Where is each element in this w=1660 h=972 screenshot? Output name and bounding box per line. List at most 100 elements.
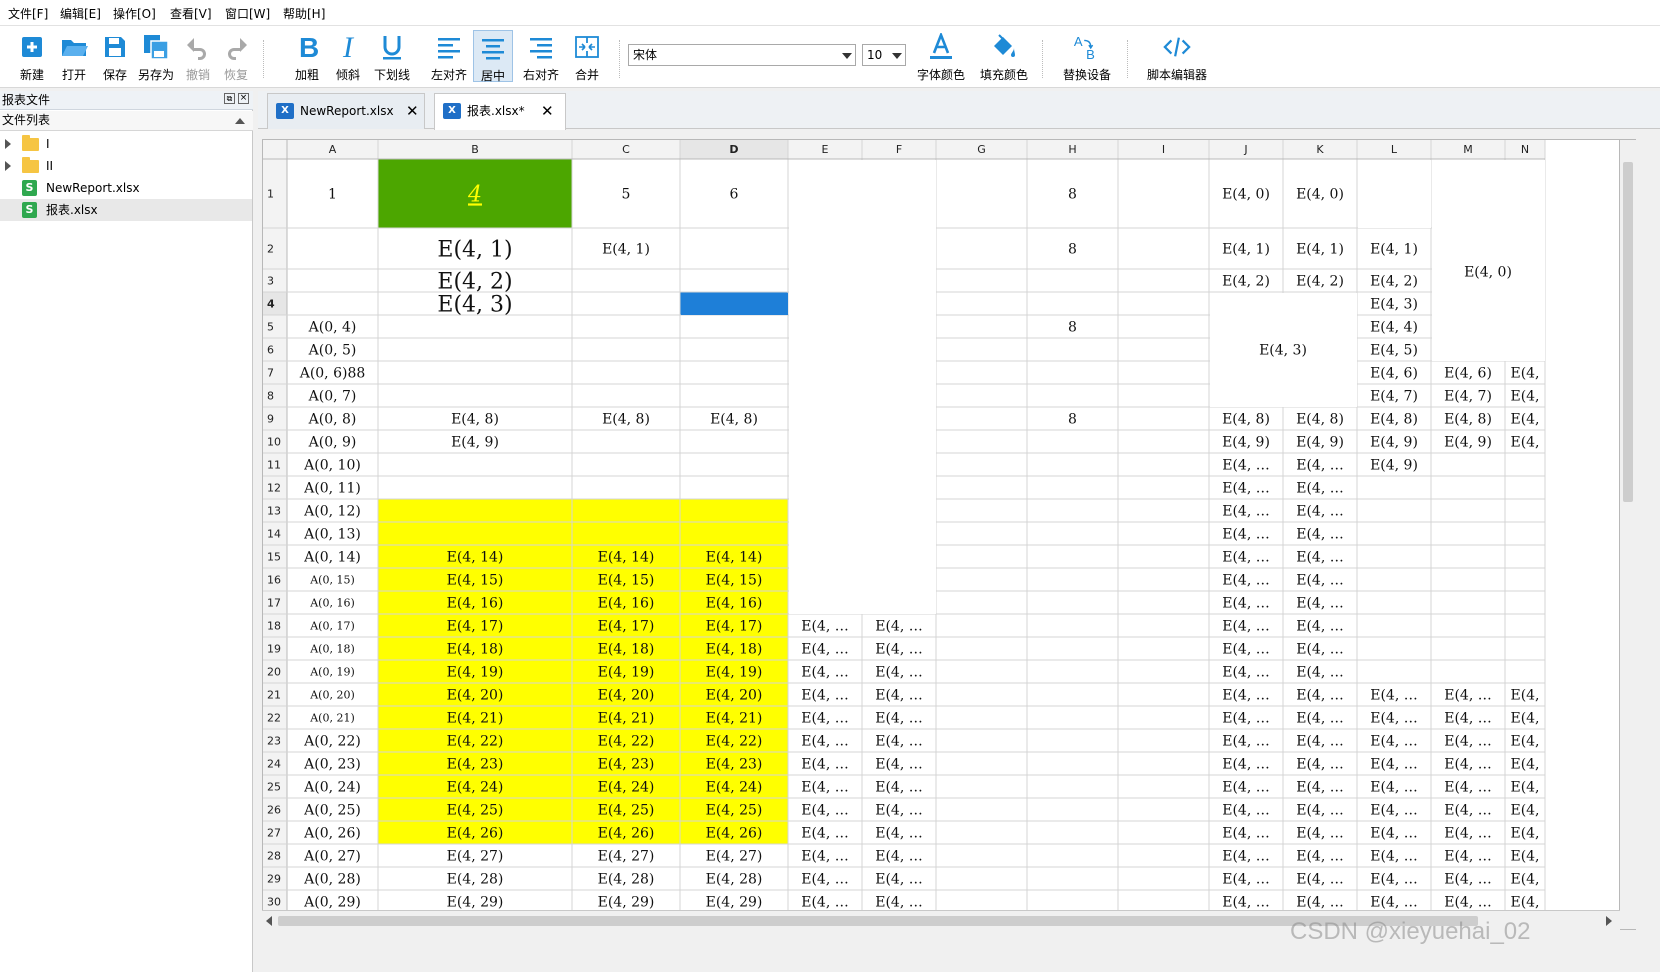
cell-J26: E(4, … [1222, 803, 1270, 819]
bold-label: 加粗 [294, 68, 319, 82]
row-header-17: 17 [267, 597, 281, 610]
cell-E24: E(4, … [801, 757, 849, 773]
tree-item-label: NewReport.xlsx [46, 181, 140, 195]
restore-icon[interactable]: ⧉ [224, 93, 235, 104]
cell-M9: E(4, 8) [1444, 412, 1492, 428]
menu-help[interactable]: 帮助[H] [283, 5, 325, 22]
tree-folder-i[interactable]: I [0, 133, 252, 155]
cell-A22: A(0, 21) [309, 711, 355, 724]
cell-A23: A(0, 22) [303, 734, 361, 750]
menu-view[interactable]: 查看[V] [170, 5, 212, 22]
cell-K11: E(4, … [1296, 458, 1344, 474]
undo-button[interactable]: 撤销 [180, 30, 216, 82]
cell-L5: E(4, 4) [1370, 320, 1418, 336]
chevron-up-icon[interactable] [235, 118, 245, 124]
cell-K9: E(4, 8) [1296, 412, 1344, 428]
cell-B25: E(4, 24) [447, 780, 504, 796]
new-file-icon [18, 32, 46, 62]
cell-C24: E(4, 23) [598, 757, 655, 773]
underline-button[interactable]: 下划线 [370, 30, 414, 82]
bold-button[interactable]: B 加粗 [289, 30, 325, 82]
cell-J28: E(4, … [1222, 849, 1270, 865]
row-header-9: 9 [267, 413, 274, 426]
cell-M26: E(4, … [1444, 803, 1492, 819]
italic-icon: I [334, 32, 362, 62]
redo-button[interactable]: 恢复 [218, 30, 254, 82]
cell-L7: E(4, 6) [1370, 366, 1418, 382]
file-list-header[interactable]: 文件列表 [0, 111, 253, 131]
fill-color-label: 填充颜色 [979, 68, 1028, 82]
cell-A17: A(0, 16) [309, 596, 355, 609]
scroll-left-arrow-icon[interactable] [266, 916, 272, 926]
cell-C9: E(4, 8) [602, 412, 650, 428]
menu-operate[interactable]: 操作[O] [113, 5, 156, 22]
align-right-button[interactable]: 右对齐 [519, 30, 563, 82]
cell-L25: E(4, … [1370, 780, 1418, 796]
fill-color-button[interactable]: 填充颜色 [976, 30, 1032, 82]
close-icon[interactable]: × [238, 93, 249, 104]
cell-J10: E(4, 9) [1222, 435, 1270, 451]
spreadsheet-grid[interactable]: A B C D E F G H I J K L M N 1 2 3 4 5 6 7 8 9 10 11 12 13 14 15 16 17 1… [262, 139, 1620, 930]
cell-J23: E(4, … [1222, 734, 1270, 750]
cell-D15: E(4, 14) [706, 550, 763, 566]
toolbar-separator [263, 40, 264, 78]
cell-A16: A(0, 15) [309, 573, 355, 586]
cell-N30: E(4, [1510, 895, 1539, 911]
cell-D29: E(4, 28) [706, 872, 763, 888]
cell-D18: E(4, 17) [706, 619, 763, 635]
menu-file[interactable]: 文件[F] [8, 5, 48, 22]
spreadsheet-file-icon: S [22, 202, 37, 218]
italic-button[interactable]: I 倾斜 [330, 30, 366, 82]
undo-icon [184, 32, 212, 62]
vertical-scrollbar[interactable] [1620, 139, 1636, 930]
replace-device-button[interactable]: AB 替换设备 [1057, 30, 1117, 82]
scrollbar-thumb[interactable] [1623, 162, 1633, 502]
tree-folder-ii[interactable]: II [0, 155, 252, 177]
align-center-button[interactable]: 居中 [473, 30, 513, 83]
cell-B28: E(4, 27) [447, 849, 504, 865]
expand-arrow-icon[interactable] [5, 161, 11, 171]
cell-L21: E(4, … [1370, 688, 1418, 704]
tab-report[interactable]: X 报表.xlsx* ✕ [434, 93, 566, 130]
cell-B16: E(4, 15) [447, 573, 504, 589]
menu-edit[interactable]: 编辑[E] [60, 5, 101, 22]
cell-C17: E(4, 16) [598, 596, 655, 612]
tab-newreport[interactable]: X NewReport.xlsx ✕ [267, 93, 425, 129]
align-left-button[interactable]: 左对齐 [427, 30, 471, 82]
expand-arrow-icon[interactable] [5, 139, 11, 149]
save-as-button[interactable]: 另存为 [134, 30, 178, 82]
scroll-right-arrow-icon[interactable] [1606, 916, 1612, 926]
close-icon[interactable]: ✕ [541, 94, 554, 128]
script-editor-label: 脚本编辑器 [1146, 68, 1207, 82]
menu-window[interactable]: 窗口[W] [225, 5, 270, 22]
cell-A10: A(0, 9) [308, 435, 357, 451]
chevron-down-icon [842, 53, 852, 59]
cell-B15: E(4, 14) [447, 550, 504, 566]
cell-N29: E(4, [1510, 872, 1539, 888]
cell-N26: E(4, [1510, 803, 1539, 819]
grid-canvas[interactable]: A B C D E F G H I J K L M N12345678910111213141516171… [263, 140, 1620, 912]
toolbar-separator [619, 40, 620, 78]
cell-C2: E(4, 1) [602, 242, 650, 258]
font-size-select[interactable]: 10 [862, 44, 906, 66]
script-editor-button[interactable]: 脚本编辑器 [1137, 30, 1217, 82]
row-header-15: 15 [267, 551, 281, 564]
new-button[interactable]: 新建 [12, 30, 52, 82]
row-header-21: 21 [267, 689, 281, 702]
cell-F25: E(4, … [875, 780, 923, 796]
font-color-button[interactable]: 字体颜色 [913, 30, 969, 82]
redo-icon [222, 32, 250, 62]
svg-text:B: B [1086, 47, 1095, 62]
save-button[interactable]: 保存 [95, 30, 135, 82]
close-icon[interactable]: ✕ [406, 94, 419, 128]
cell-L26: E(4, … [1370, 803, 1418, 819]
cell-N27: E(4, [1510, 826, 1539, 842]
column-header-H: H [1068, 143, 1076, 156]
tree-file-report[interactable]: S 报表.xlsx [0, 199, 252, 221]
font-name-select[interactable]: 宋体 [628, 44, 856, 66]
merge-button[interactable]: 合并 [568, 30, 606, 82]
open-button[interactable]: 打开 [54, 30, 94, 82]
tree-file-newreport[interactable]: S NewReport.xlsx [0, 177, 252, 199]
row-header-8: 8 [267, 390, 274, 403]
cell-C26: E(4, 25) [598, 803, 655, 819]
